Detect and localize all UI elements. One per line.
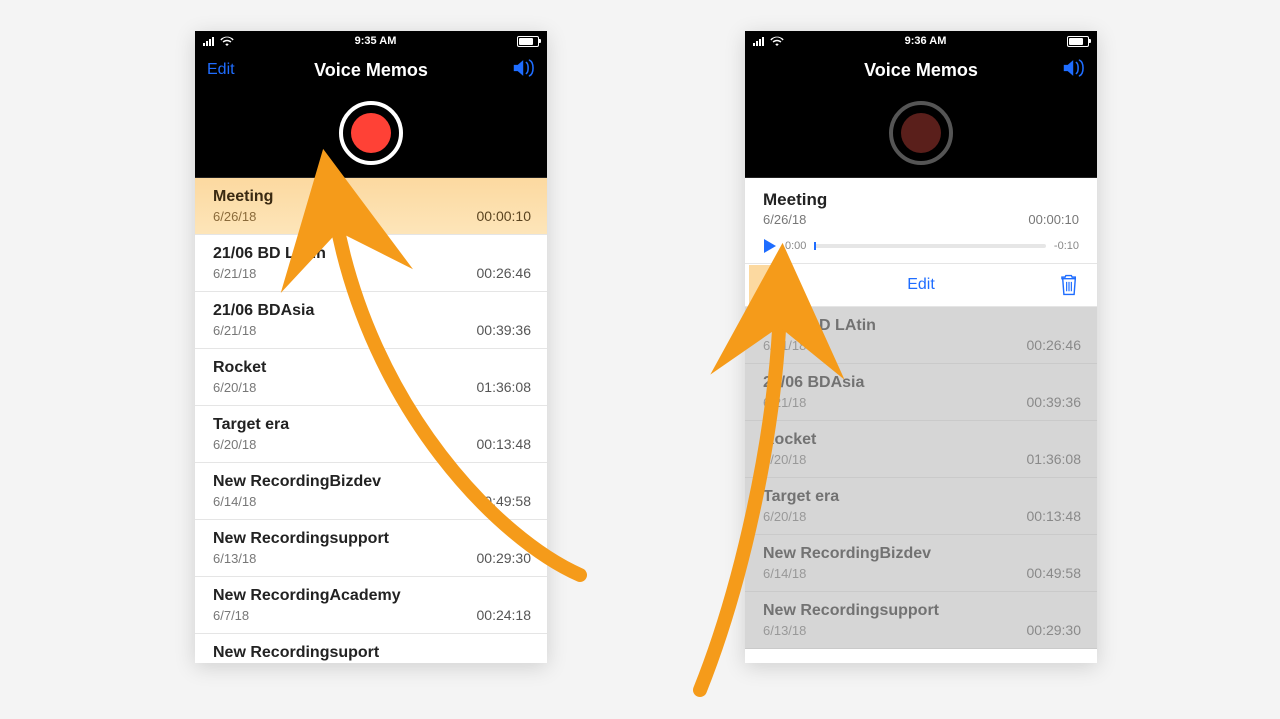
memo-title: New Recordingsuport — [213, 644, 379, 662]
memo-duration: 00:00:10 — [477, 208, 532, 224]
elapsed-time: 0:00 — [785, 240, 806, 252]
play-icon[interactable] — [763, 239, 777, 253]
memo-row[interactable]: New Recordingsupport 6/13/18 00:29:30 — [745, 592, 1097, 649]
cellular-signal-icon — [203, 37, 214, 46]
memo-row[interactable]: Meeting 6/26/18 00:00:10 — [195, 178, 547, 235]
memo-title: Target era — [763, 488, 839, 506]
memo-row[interactable]: Rocket 6/20/18 01:36:08 — [745, 421, 1097, 478]
memo-date: 6/21/18 — [213, 266, 256, 281]
selected-memo-duration: 00:00:10 — [1028, 212, 1079, 227]
memo-duration: 00:26:46 — [1027, 337, 1082, 353]
memo-duration: 00:29:30 — [477, 550, 532, 566]
memo-title: Target era — [213, 416, 289, 434]
memo-row[interactable]: New Recordingsuport — [195, 634, 547, 663]
memo-row[interactable]: Rocket 6/20/18 01:36:08 — [195, 349, 547, 406]
playback-bar: 0:00 -0:10 — [763, 239, 1079, 253]
record-button[interactable] — [889, 101, 953, 165]
cellular-signal-icon — [753, 37, 764, 46]
memo-duration: 00:13:48 — [477, 436, 532, 452]
page-title: Voice Memos — [805, 60, 1037, 81]
speaker-icon[interactable] — [1063, 59, 1085, 82]
phone-right: 9:36 AM Voice Memos Meeting 6/26/18 00:0… — [745, 31, 1097, 663]
memo-duration: 00:13:48 — [1027, 508, 1082, 524]
wifi-icon — [220, 36, 234, 46]
memo-date: 6/26/18 — [213, 209, 256, 224]
memo-title: New RecordingBizdev — [213, 473, 381, 491]
selected-memo[interactable]: Meeting 6/26/18 00:00:10 0:00 -0:10 — [745, 178, 1097, 264]
memo-title: Rocket — [213, 359, 266, 377]
share-button[interactable] — [749, 265, 789, 305]
memo-title: Meeting — [213, 188, 273, 206]
memo-duration: 01:36:08 — [1027, 451, 1082, 467]
speaker-icon[interactable] — [513, 59, 535, 82]
memo-date: 6/7/18 — [213, 608, 249, 623]
memo-title: New Recordingsupport — [763, 602, 939, 620]
memo-title: New Recordingsupport — [213, 530, 389, 548]
selected-memo-date: 6/26/18 — [763, 212, 806, 227]
wifi-icon — [770, 36, 784, 46]
memo-title: 21/06 BD LAtin — [213, 245, 326, 263]
record-area — [195, 89, 547, 178]
memo-date: 6/20/18 — [763, 452, 806, 467]
memo-row[interactable]: 21/06 BDAsia 6/21/18 00:39:36 — [195, 292, 547, 349]
edit-button[interactable]: Edit — [207, 61, 235, 79]
memo-title: 21/06 BD LAtin — [763, 317, 876, 335]
page-title: Voice Memos — [255, 60, 487, 81]
memo-row[interactable]: New RecordingBizdev 6/14/18 00:49:58 — [745, 535, 1097, 592]
scrubber-track[interactable] — [814, 244, 1046, 248]
memo-duration: 00:29:30 — [1027, 622, 1082, 638]
memo-row[interactable]: Target era 6/20/18 00:13:48 — [745, 478, 1097, 535]
record-area — [745, 89, 1097, 178]
remaining-time: -0:10 — [1054, 240, 1079, 252]
battery-icon — [1067, 36, 1089, 47]
memo-title: New RecordingBizdev — [763, 545, 931, 563]
memo-date: 6/13/18 — [763, 623, 806, 638]
status-bar: 9:35 AM — [195, 31, 547, 51]
phone-left: 9:35 AM Edit Voice Memos Meeting 6/26/18 0… — [195, 31, 547, 663]
memo-date: 6/14/18 — [763, 566, 806, 581]
memo-duration: 00:26:46 — [477, 265, 532, 281]
memo-title: New RecordingAcademy — [213, 587, 401, 605]
memo-date: 6/21/18 — [213, 323, 256, 338]
memo-duration: 00:49:58 — [1027, 565, 1082, 581]
memo-row[interactable]: New RecordingAcademy 6/7/18 00:24:18 — [195, 577, 547, 634]
memo-date: 6/20/18 — [213, 437, 256, 452]
memo-title: 21/06 BDAsia — [213, 302, 314, 320]
memo-row[interactable]: Target era 6/20/18 00:13:48 — [195, 406, 547, 463]
memo-title: Rocket — [763, 431, 816, 449]
memo-duration: 00:39:36 — [477, 322, 532, 338]
selected-memo-title: Meeting — [763, 190, 1079, 210]
memo-date: 6/20/18 — [213, 380, 256, 395]
memo-title: 21/06 BDAsia — [763, 374, 864, 392]
status-time: 9:36 AM — [784, 35, 1067, 47]
memo-duration: 01:36:08 — [477, 379, 532, 395]
memo-date: 6/14/18 — [213, 494, 256, 509]
scrubber-thumb[interactable] — [814, 242, 816, 250]
memo-duration: 00:24:18 — [477, 607, 532, 623]
delete-button[interactable] — [1059, 274, 1079, 296]
status-time: 9:35 AM — [234, 35, 517, 47]
memo-date: 6/21/18 — [763, 338, 806, 353]
memo-date: 6/13/18 — [213, 551, 256, 566]
memo-duration: 00:39:36 — [1027, 394, 1082, 410]
memo-list[interactable]: Meeting 6/26/18 00:00:10 21/06 BD LAtin 6/21… — [195, 178, 547, 663]
memo-date: 6/21/18 — [763, 395, 806, 410]
memo-row[interactable]: New RecordingBizdev 6/14/18 00:49:58 — [195, 463, 547, 520]
memo-action-bar: Edit — [745, 264, 1097, 307]
memo-row[interactable]: 21/06 BD LAtin 6/21/18 00:26:46 — [745, 307, 1097, 364]
memo-date: 6/20/18 — [763, 509, 806, 524]
status-bar: 9:36 AM — [745, 31, 1097, 51]
memo-row[interactable]: 21/06 BD LAtin 6/21/18 00:26:46 — [195, 235, 547, 292]
memo-duration: 00:49:58 — [477, 493, 532, 509]
edit-memo-button[interactable]: Edit — [745, 276, 1097, 294]
nav-bar: Edit Voice Memos — [195, 51, 547, 89]
memo-row[interactable]: 21/06 BDAsia 6/21/18 00:39:36 — [745, 364, 1097, 421]
share-icon — [759, 274, 779, 296]
battery-icon — [517, 36, 539, 47]
record-button[interactable] — [339, 101, 403, 165]
memo-row[interactable]: New Recordingsupport 6/13/18 00:29:30 — [195, 520, 547, 577]
memo-list[interactable]: 21/06 BD LAtin 6/21/18 00:26:46 21/06 BDAsi… — [745, 307, 1097, 649]
nav-bar: Voice Memos — [745, 51, 1097, 89]
